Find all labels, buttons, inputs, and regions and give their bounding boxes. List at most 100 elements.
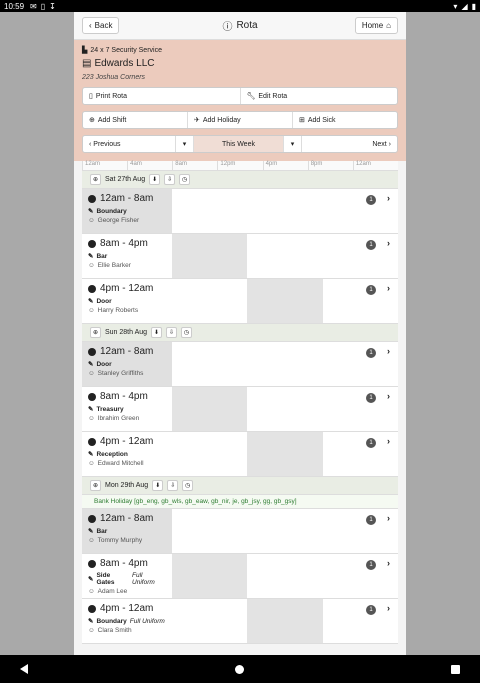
shift-time: 4pm - 12am [88, 603, 166, 614]
person-text: Adam Lee [97, 588, 128, 595]
edit-rota-button[interactable]: 🔧︎ Edit Rota [241, 88, 398, 104]
print-rota-button[interactable]: ▯ Print Rota [83, 88, 241, 104]
staff-count-badge: 1 [366, 393, 376, 403]
clock-icon[interactable]: ◷ [182, 480, 194, 491]
timeline-tick: 8pm [307, 161, 353, 170]
brush-icon: ✎ [88, 451, 94, 458]
staff-count-badge: 1 [366, 348, 376, 358]
location-text: Bar [96, 252, 108, 260]
actions-area: ▯ Print Rota 🔧︎ Edit Rota ⊕ Add Shift ✈ … [74, 87, 406, 161]
clock-icon [88, 559, 96, 568]
add-day-icon[interactable]: ⊕ [90, 480, 101, 491]
chevron-right-icon[interactable]: › [387, 436, 390, 446]
shift-row[interactable]: 8am - 4pm ✎ Bar ☺ Ellie Barker 1 › [82, 234, 398, 279]
add-day-icon[interactable]: ⊕ [90, 174, 101, 185]
shift-timeline [172, 234, 398, 278]
clock-icon[interactable]: ◷ [181, 327, 193, 338]
download-icon[interactable]: ⬇ [151, 327, 163, 338]
clock-icon[interactable]: ◷ [179, 174, 191, 185]
shift-location: ✎ Boundary Full Uniform [88, 617, 166, 626]
chevron-right-icon[interactable]: › [387, 283, 390, 293]
chevron-right-icon[interactable]: › [387, 558, 390, 568]
shift-row[interactable]: 12am - 8am ✎ Bar ☺ Tommy Murphy 1 › [82, 509, 398, 554]
staff-count-badge: 1 [366, 240, 376, 250]
user-icon: ☺ [88, 460, 95, 467]
shift-time-text: 12am - 8am [100, 346, 154, 357]
shift-row[interactable]: 8am - 4pm ✎ Treasury ☺ Ibrahim Green 1 › [82, 387, 398, 432]
brush-icon: ✎ [88, 208, 94, 215]
nav-home-icon[interactable] [235, 664, 244, 674]
timeline-tick: 4am [127, 161, 172, 170]
day-header: ⊕ Mon 29th Aug ⬇ ⇩ ◷ [82, 477, 398, 495]
chevron-right-icon[interactable]: › [387, 391, 390, 401]
shift-location: ✎ Reception [88, 450, 166, 459]
current-week[interactable]: This Week [194, 136, 284, 152]
shift-row[interactable]: 8am - 4pm ✎ Side Gates Full Uniform ☺ Adam Le… [82, 554, 398, 599]
shift-info: 4pm - 12am ✎ Reception ☺ Edward Mitchell [82, 432, 172, 476]
shift-row[interactable]: 4pm - 12am ✎ Door ☺ Harry Roberts 1 › [82, 279, 398, 324]
back-button[interactable]: ‹ Back [82, 17, 120, 34]
company-text: Edwards LLC [94, 58, 155, 69]
sim-icon: ▯ [40, 1, 46, 11]
add-sick-button[interactable]: ⊞ Add Sick [293, 112, 397, 128]
shift-row[interactable]: 4pm - 12am ✎ Reception ☺ Edward Mitchell 1 › [82, 432, 398, 477]
plane-icon: ✈ [194, 117, 200, 124]
add-day-icon[interactable]: ⊕ [90, 327, 101, 338]
clock-icon [88, 392, 96, 401]
location-text: Door [96, 297, 112, 305]
user-icon: ☺ [88, 307, 95, 314]
info-icon: ⓘ [222, 22, 233, 33]
day-label: Sun 28th Aug [105, 329, 148, 336]
download-outline-icon[interactable]: ⇩ [164, 174, 176, 185]
status-time: 10:59 [4, 1, 25, 11]
chevron-right-icon[interactable]: › [387, 346, 390, 356]
shift-time: 8am - 4pm [88, 238, 166, 249]
week-dropdown-left[interactable]: ▾ [176, 136, 194, 152]
previous-week-button[interactable]: ‹ Previous [83, 136, 176, 152]
download-outline-icon[interactable]: ⇩ [166, 327, 178, 338]
location-text: Bar [96, 527, 108, 535]
brush-icon: ✎ [88, 618, 94, 625]
shift-timeline [172, 599, 398, 643]
shift-person: ☺ Ibrahim Green [88, 415, 166, 422]
add-holiday-button[interactable]: ✈ Add Holiday [188, 112, 293, 128]
page-title-text: Rota [236, 20, 258, 31]
next-week-button[interactable]: Next › [302, 136, 397, 152]
chevron-right-icon[interactable]: › [387, 603, 390, 613]
download-outline-icon[interactable]: ⇩ [167, 480, 179, 491]
week-dropdown-right[interactable]: ▾ [284, 136, 302, 152]
user-icon: ☺ [88, 370, 95, 377]
shift-row[interactable]: 12am - 8am ✎ Door ☺ Stanley Griffiths 1 › [82, 342, 398, 387]
person-text: Harry Roberts [97, 307, 139, 314]
add-sick-label: Add Sick [307, 116, 336, 124]
location-text: Side Gates [96, 572, 115, 586]
clock-icon [88, 284, 96, 293]
shift-time-text: 4pm - 12am [100, 603, 154, 614]
nav-recents-icon[interactable] [451, 664, 460, 674]
shift-timeline [172, 554, 398, 598]
download-icon[interactable]: ⬇ [152, 480, 164, 491]
nav-back-icon[interactable] [20, 664, 28, 674]
chevron-right-icon[interactable]: › [387, 193, 390, 203]
shift-time: 4pm - 12am [88, 436, 166, 447]
site-header: ▙ 24 x 7 Security Service ▤ Edwards LLC … [74, 40, 406, 87]
shift-location: ✎ Side Gates Full Uniform [88, 572, 166, 586]
shift-row[interactable]: 4pm - 12am ✎ Boundary Full Uniform ☺ Clara Sm… [82, 599, 398, 644]
chevron-right-icon[interactable]: › [387, 513, 390, 523]
chevron-right-icon[interactable]: › [387, 238, 390, 248]
shift-location: ✎ Door [88, 360, 166, 369]
shift-time-text: 8am - 4pm [100, 558, 148, 569]
brush-icon: ✎ [88, 361, 94, 368]
shift-row[interactable]: 12am - 8am ✎ Boundary ☺ George Fisher 1 › [82, 189, 398, 234]
day-header: ⊕ Sat 27th Aug ⬇ ⇩ ◷ [82, 171, 398, 189]
clock-icon [88, 514, 96, 523]
staff-count-badge: 1 [366, 438, 376, 448]
download-icon[interactable]: ⬇ [149, 174, 161, 185]
service-name: ▙ 24 x 7 Security Service [82, 46, 398, 55]
shift-time-text: 12am - 8am [100, 513, 154, 524]
edit-label: Edit Rota [258, 92, 288, 100]
caret-down-icon: ▾ [182, 141, 187, 148]
add-shift-button[interactable]: ⊕ Add Shift [83, 112, 188, 128]
home-button[interactable]: Home ⌂ [354, 17, 398, 34]
current-week-label: This Week [222, 140, 255, 148]
